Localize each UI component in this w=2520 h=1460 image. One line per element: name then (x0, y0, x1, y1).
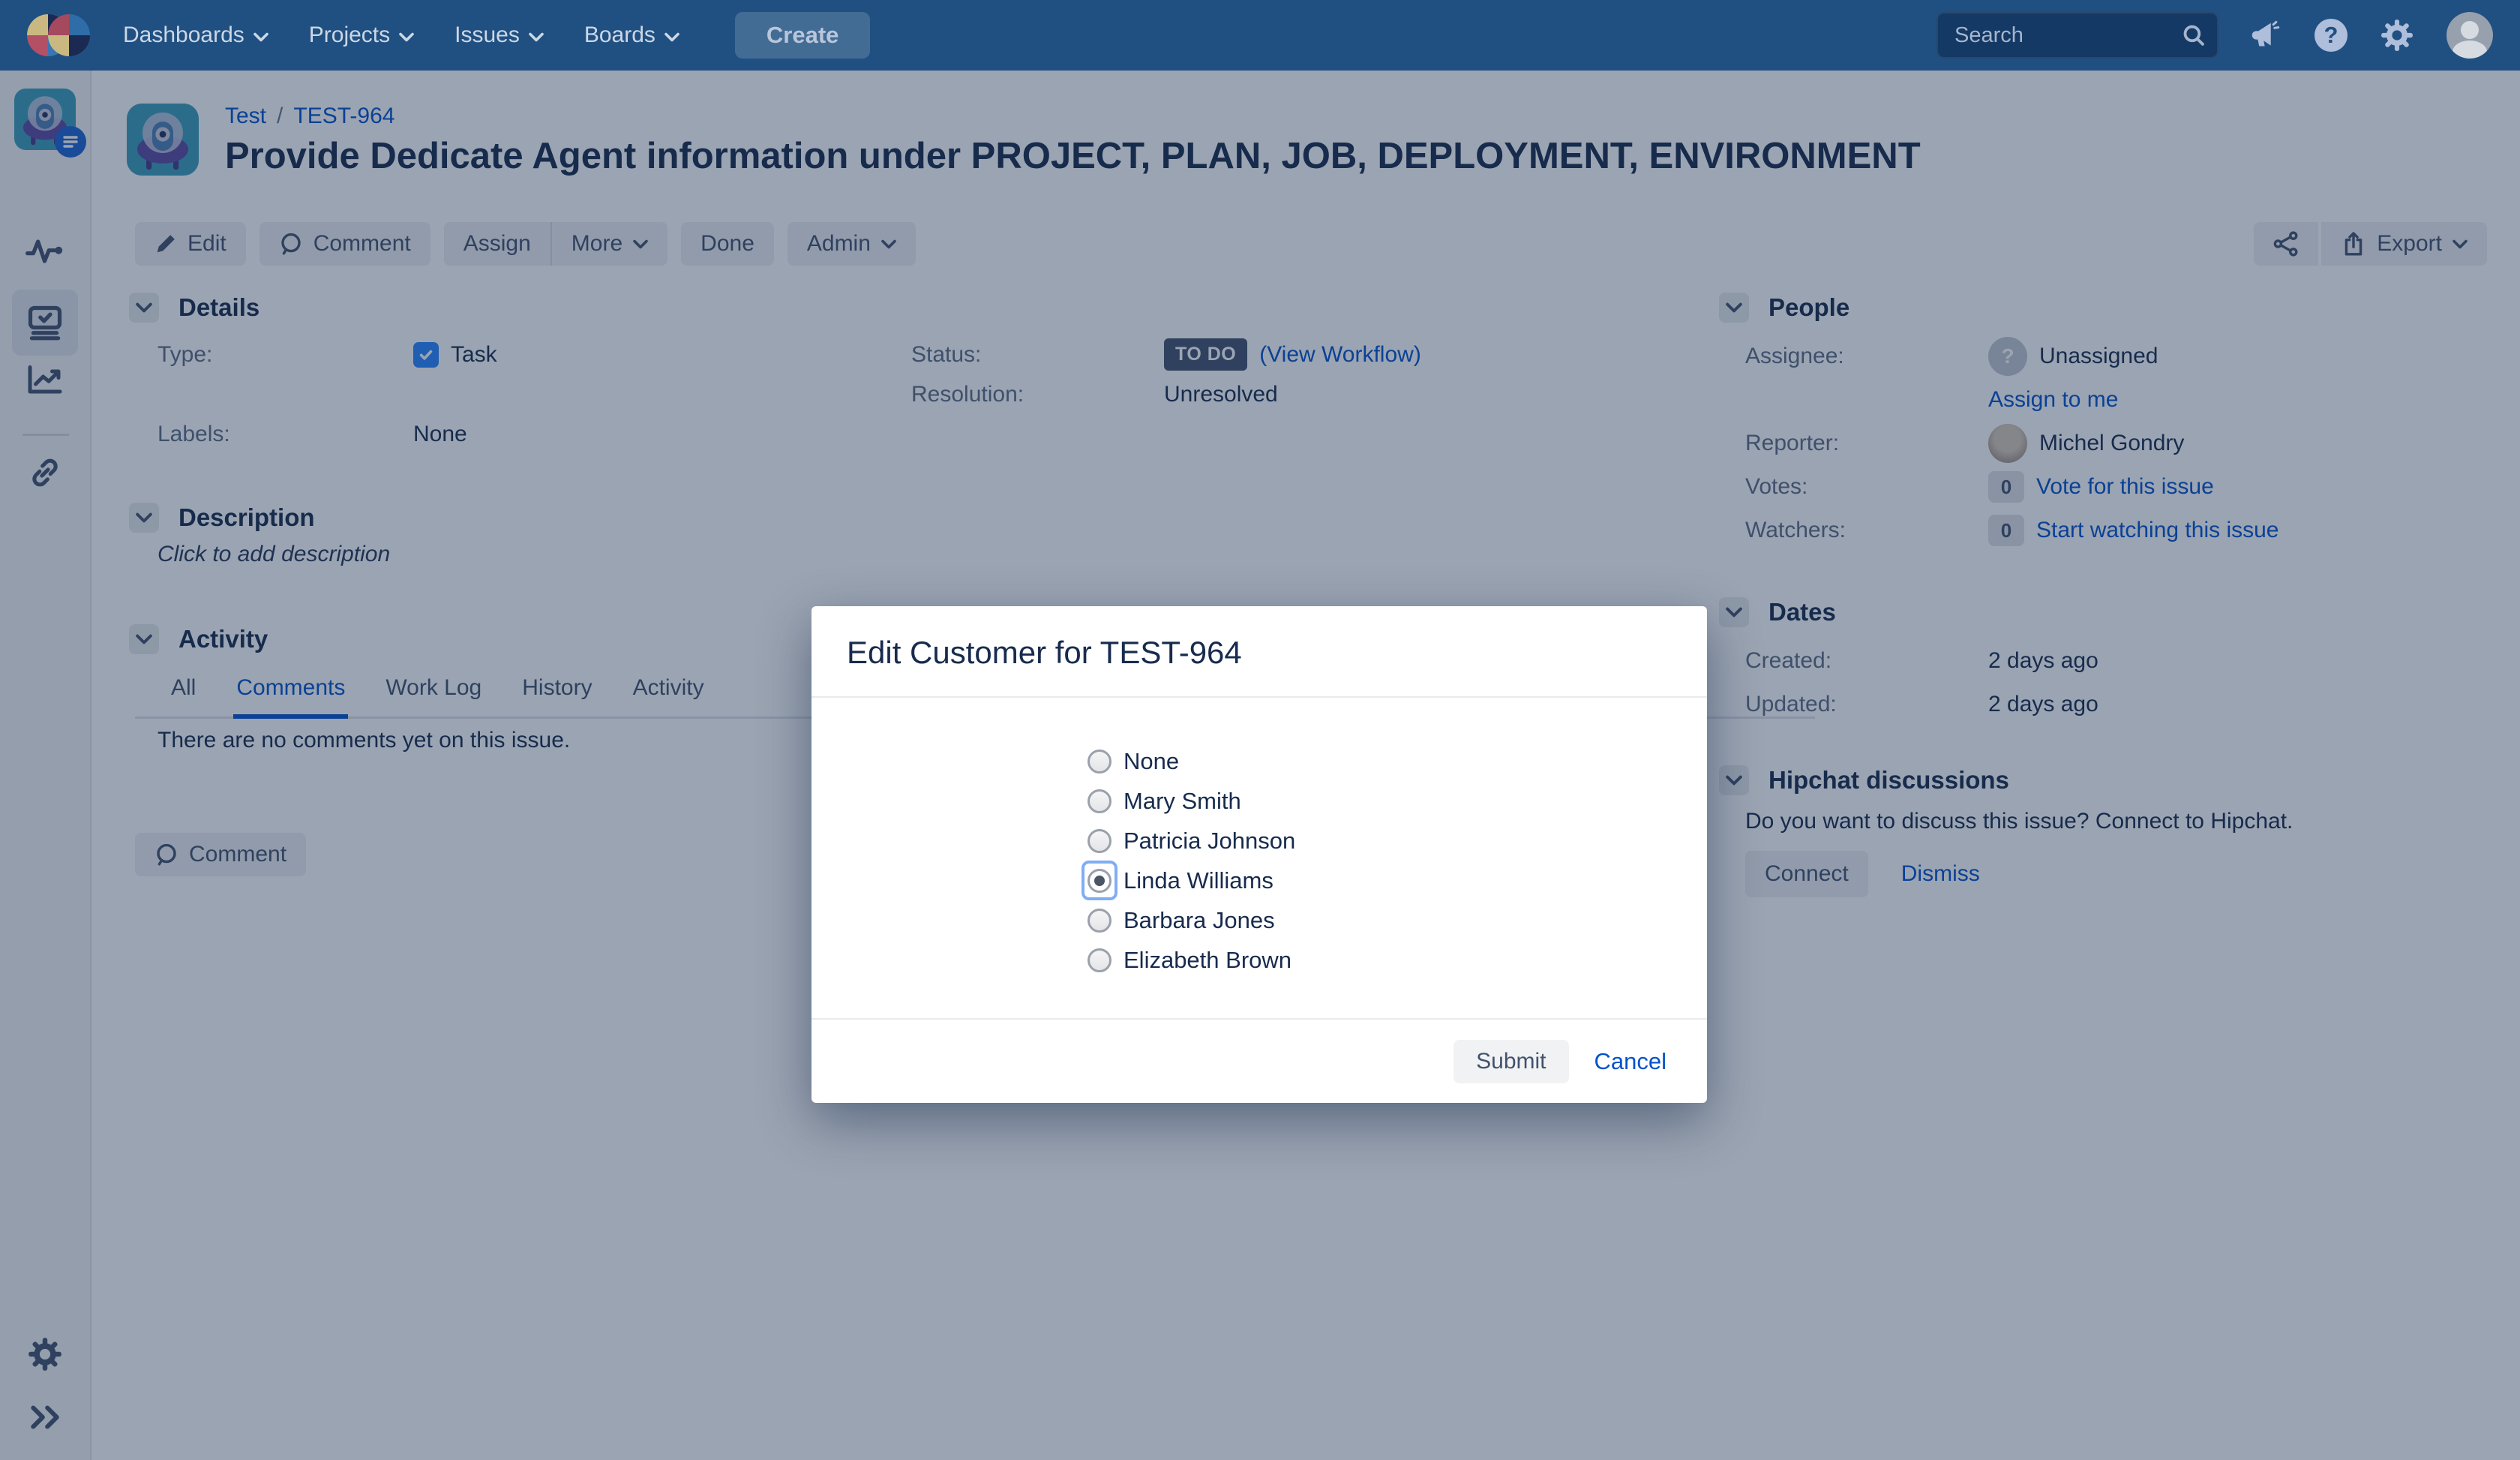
radio-label: Elizabeth Brown (1124, 947, 1292, 974)
nav-menu-label: Boards (584, 23, 656, 48)
radio-button[interactable] (1088, 948, 1112, 972)
radio-focus-ring (1082, 741, 1118, 781)
radio-option-linda-williams[interactable]: Linda Williams (1082, 861, 1295, 900)
submit-label: Submit (1476, 1049, 1546, 1074)
radio-label: Patricia Johnson (1124, 828, 1295, 855)
radio-button[interactable] (1088, 909, 1112, 933)
customer-options: None Mary Smith Patricia Johnson Linda W… (1082, 741, 1295, 980)
help-icon[interactable]: ? (2314, 19, 2348, 52)
radio-label: Linda Williams (1124, 867, 1274, 894)
radio-button[interactable] (1088, 789, 1112, 813)
radio-label: Mary Smith (1124, 788, 1241, 815)
chevron-down-icon (529, 32, 544, 42)
radio-button[interactable] (1088, 869, 1112, 893)
radio-label: None (1124, 748, 1179, 775)
edit-customer-dialog: Edit Customer for TEST-964 None Mary Smi… (812, 606, 1707, 1103)
radio-label: Barbara Jones (1124, 907, 1275, 934)
radio-focus-ring (1082, 821, 1118, 861)
feedback-megaphone-icon[interactable] (2250, 20, 2282, 51)
radio-focus-ring (1082, 781, 1118, 821)
app-logo[interactable] (27, 13, 90, 58)
search-input[interactable] (1936, 12, 2218, 59)
create-button[interactable]: Create (735, 12, 871, 59)
radio-option-mary-smith[interactable]: Mary Smith (1082, 781, 1295, 821)
nav-menu-label: Issues (454, 23, 520, 48)
user-avatar[interactable] (2446, 12, 2493, 59)
radio-button[interactable] (1088, 750, 1112, 774)
dialog-footer: Submit Cancel (812, 1018, 1707, 1103)
radio-focus-ring (1082, 940, 1118, 980)
top-navbar: Dashboards Projects Issues Boards Create… (0, 0, 2520, 71)
submit-button[interactable]: Submit (1454, 1040, 1568, 1083)
radio-option-patricia-johnson[interactable]: Patricia Johnson (1082, 821, 1295, 861)
chevron-down-icon (399, 32, 414, 42)
cancel-link[interactable]: Cancel (1594, 1048, 1667, 1075)
nav-menu-projects[interactable]: Projects (309, 23, 414, 48)
radio-focus-ring (1082, 900, 1118, 940)
nav-menu-label: Dashboards (123, 23, 244, 48)
dialog-divider (812, 696, 1707, 698)
radio-button[interactable] (1088, 829, 1112, 853)
nav-menu-dashboards[interactable]: Dashboards (123, 23, 268, 48)
nav-menu-boards[interactable]: Boards (584, 23, 680, 48)
chevron-down-icon (254, 32, 268, 42)
dialog-title: Edit Customer for TEST-964 (847, 635, 1242, 671)
radio-option-none[interactable]: None (1082, 741, 1295, 781)
chevron-down-icon (664, 32, 680, 42)
gear-icon[interactable] (2380, 19, 2414, 52)
nav-menu-issues[interactable]: Issues (454, 23, 544, 48)
radio-option-elizabeth-brown[interactable]: Elizabeth Brown (1082, 940, 1295, 980)
nav-menu-label: Projects (309, 23, 390, 48)
radio-option-barbara-jones[interactable]: Barbara Jones (1082, 900, 1295, 940)
radio-focus-ring (1082, 861, 1118, 900)
search-icon (2181, 23, 2206, 48)
